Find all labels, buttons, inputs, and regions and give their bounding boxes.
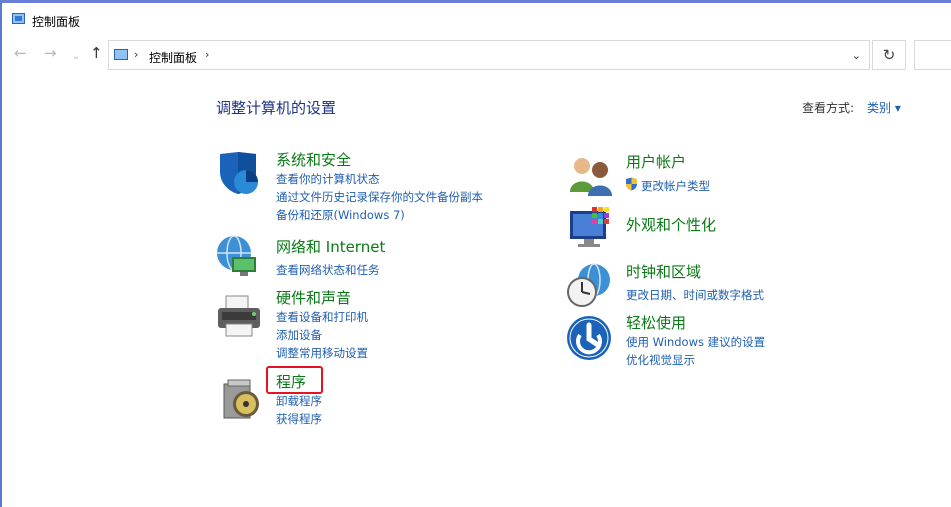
navigation-bar: ← → ⌄ ↑ › 控制面板 › ⌄ ↻ [2, 38, 951, 72]
breadcrumb-separator: › [134, 48, 139, 61]
programs-disc-icon[interactable] [220, 376, 266, 422]
title-bar: 控制面板 [2, 3, 951, 35]
link-change-account-type[interactable]: 更改帐户类型 [641, 178, 710, 194]
search-input[interactable] [914, 40, 951, 70]
shield-icon[interactable] [216, 150, 262, 196]
link-add-device[interactable]: 添加设备 [276, 327, 322, 343]
clock-globe-icon[interactable] [566, 262, 612, 308]
monitor-palette-icon[interactable] [568, 205, 614, 251]
chevron-down-icon[interactable]: ⌄ [852, 49, 861, 62]
page-title: 调整计算机的设置 [216, 99, 337, 117]
accessibility-icon[interactable] [566, 315, 612, 361]
address-bar[interactable]: › 控制面板 › ⌄ [108, 40, 870, 70]
link-uninstall-program[interactable]: 卸载程序 [276, 393, 322, 409]
control-panel-icon [114, 49, 128, 60]
link-mobility-settings[interactable]: 调整常用移动设置 [276, 345, 368, 361]
link-file-history-backup[interactable]: 通过文件历史记录保存你的文件备份副本 [276, 189, 483, 205]
control-panel-icon [12, 13, 25, 24]
breadcrumb-control-panel[interactable]: 控制面板 [149, 49, 197, 66]
link-get-programs[interactable]: 获得程序 [276, 411, 322, 427]
breadcrumb-separator[interactable]: › [205, 48, 209, 61]
arrow-left-icon[interactable]: ← [14, 46, 27, 61]
category-title-user-accounts[interactable]: 用户帐户 [626, 151, 686, 172]
printer-icon[interactable] [216, 294, 262, 340]
category-title-ease-of-access[interactable]: 轻松使用 [626, 312, 686, 333]
view-by-label: 查看方式: [802, 101, 855, 115]
category-title-system-security[interactable]: 系统和安全 [276, 149, 351, 170]
link-recommended-settings[interactable]: 使用 Windows 建议的设置 [626, 334, 765, 350]
window-title: 控制面板 [32, 15, 81, 29]
category-title-appearance[interactable]: 外观和个性化 [626, 214, 716, 235]
chevron-down-icon[interactable]: ⌄ [72, 49, 80, 64]
users-icon[interactable] [568, 152, 614, 198]
link-devices-printers[interactable]: 查看设备和打印机 [276, 309, 368, 325]
arrow-right-icon[interactable]: → [44, 46, 57, 61]
category-title-clock-region[interactable]: 时钟和区域 [626, 261, 701, 282]
view-by-dropdown[interactable]: 类别 ▾ [867, 99, 901, 116]
uac-shield-icon [626, 177, 637, 191]
refresh-button[interactable]: ↻ [872, 40, 906, 70]
link-network-status-tasks[interactable]: 查看网络状态和任务 [276, 262, 380, 278]
link-optimize-visual-display[interactable]: 优化视觉显示 [626, 352, 695, 368]
link-check-computer-status[interactable]: 查看你的计算机状态 [276, 171, 380, 187]
category-title-programs[interactable]: 程序 [276, 371, 306, 392]
link-backup-restore-win7[interactable]: 备份和还原(Windows 7) [276, 207, 405, 223]
globe-network-icon[interactable] [214, 233, 260, 279]
arrow-up-icon[interactable]: ↑ [90, 46, 103, 61]
window-frame-left [0, 3, 2, 507]
link-change-date-time-format[interactable]: 更改日期、时间或数字格式 [626, 287, 764, 303]
category-title-network-internet[interactable]: 网络和 Internet [276, 236, 385, 257]
category-title-hardware-sound[interactable]: 硬件和声音 [276, 287, 351, 308]
